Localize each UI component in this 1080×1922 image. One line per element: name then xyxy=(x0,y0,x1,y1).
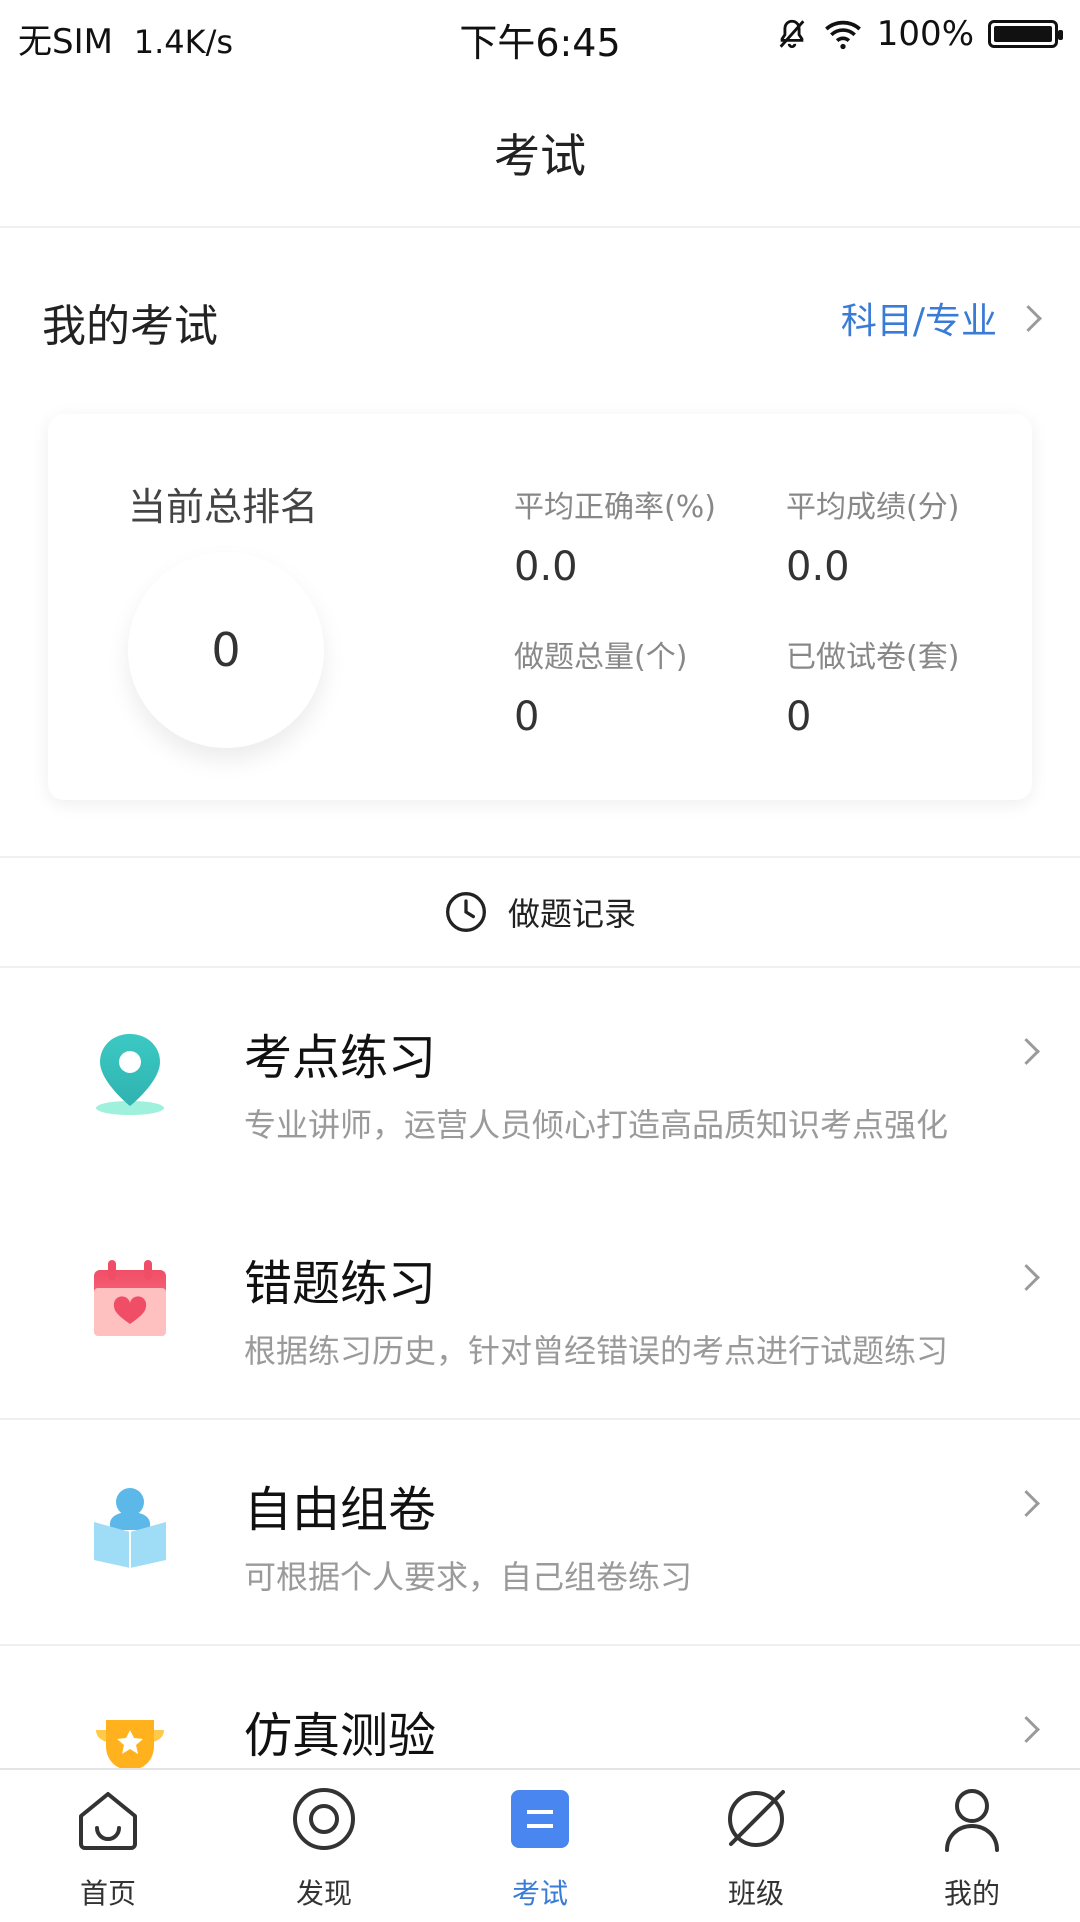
profile-icon xyxy=(945,1789,999,1852)
practice-record-label: 做题记录 xyxy=(507,895,636,933)
stats-card: 当前总排名 0 平均正确率(%) 0.0 平均成绩(分) 0.0 做题总量(个)… xyxy=(48,414,1032,800)
list-item-wrong-practice[interactable]: 错题练习 根据练习历史，针对曾经错误的考点进行试题练习 xyxy=(0,1192,1080,1420)
metric-label: 平均正确率(%) xyxy=(514,490,716,525)
nav-item-home[interactable]: 首页 xyxy=(0,1784,216,1912)
page-title: 考试 xyxy=(494,129,586,183)
exam-icon xyxy=(511,1790,569,1848)
wifi-icon xyxy=(824,20,861,50)
battery-percent: 100% xyxy=(876,14,974,54)
rank-circle: 0 xyxy=(128,552,324,748)
subject-link[interactable]: 科目/专业 xyxy=(840,292,1042,344)
list-item-custom-paper[interactable]: 自由组卷 可根据个人要求，自己组卷练习 xyxy=(0,1418,1080,1646)
page-header: 考试 xyxy=(0,90,1080,228)
nav-label: 首页 xyxy=(79,1877,136,1910)
metric-value: 0.0 xyxy=(514,544,578,590)
metric-accuracy: 平均正确率(%) 0.0 xyxy=(514,482,716,590)
nav-label: 我的 xyxy=(943,1877,1000,1910)
subject-link-label: 科目/专业 xyxy=(840,301,997,342)
metric-label: 做题总量(个) xyxy=(514,640,688,675)
chevron-right-icon xyxy=(1013,1490,1040,1517)
item-title: 仿真测验 xyxy=(244,1708,437,1764)
home-icon xyxy=(79,1792,137,1850)
status-bar: 无SIM 1.4K/s 下午6:45 100% xyxy=(0,0,1080,76)
battery-fill xyxy=(994,26,1052,42)
metric-average-score: 平均成绩(分) 0.0 xyxy=(786,482,959,590)
nav-item-exam[interactable]: 考试 xyxy=(432,1784,648,1912)
location-pin-icon xyxy=(96,1034,164,1115)
calendar-heart-icon xyxy=(94,1260,166,1336)
nav-item-discover[interactable]: 发现 xyxy=(216,1784,432,1912)
nav-item-mine[interactable]: 我的 xyxy=(864,1784,1080,1912)
bottom-nav: 首页 发现 考试 班级 我的 xyxy=(0,1768,1080,1922)
metric-value: 0.0 xyxy=(786,544,850,590)
item-title: 考点练习 xyxy=(244,1030,437,1086)
chevron-right-icon xyxy=(1013,1038,1040,1065)
practice-record-button[interactable]: 做题记录 xyxy=(0,856,1080,968)
item-title: 自由组卷 xyxy=(244,1482,437,1538)
rank-label: 当前总排名 xyxy=(128,485,319,529)
reader-book-icon xyxy=(94,1488,166,1568)
planet-icon xyxy=(728,1790,785,1847)
list-item-point-practice[interactable]: 考点练习 专业讲师，运营人员倾心打造高品质知识考点强化 xyxy=(0,966,1080,1192)
metric-value: 0 xyxy=(786,694,812,740)
item-desc: 专业讲师，运营人员倾心打造高品质知识考点强化 xyxy=(244,1106,949,1144)
chevron-right-icon xyxy=(1013,1264,1040,1291)
battery-icon xyxy=(988,20,1063,48)
metric-value: 0 xyxy=(514,694,540,740)
clock-icon xyxy=(446,892,486,932)
nav-item-class[interactable]: 班级 xyxy=(648,1784,864,1912)
discover-icon xyxy=(293,1788,355,1850)
metric-label: 平均成绩(分) xyxy=(786,490,960,525)
metric-label: 已做试卷(套) xyxy=(786,640,960,675)
chevron-right-icon xyxy=(1013,1716,1040,1743)
nav-label: 考试 xyxy=(511,1877,568,1910)
my-exam-title: 我的考试 xyxy=(42,301,218,352)
status-right: 100% xyxy=(775,14,1063,54)
chevron-right-icon xyxy=(1015,304,1042,332)
item-title: 错题练习 xyxy=(244,1256,437,1312)
rank-value: 0 xyxy=(211,623,241,677)
metric-papers-done: 已做试卷(套) 0 xyxy=(786,632,959,740)
nav-label: 班级 xyxy=(727,1877,784,1910)
nav-label: 发现 xyxy=(295,1877,352,1910)
item-desc: 根据练习历史，针对曾经错误的考点进行试题练习 xyxy=(244,1332,949,1370)
bell-muted-icon xyxy=(779,19,805,49)
metric-total-questions: 做题总量(个) 0 xyxy=(514,632,687,740)
item-desc: 可根据个人要求，自己组卷练习 xyxy=(244,1558,693,1596)
